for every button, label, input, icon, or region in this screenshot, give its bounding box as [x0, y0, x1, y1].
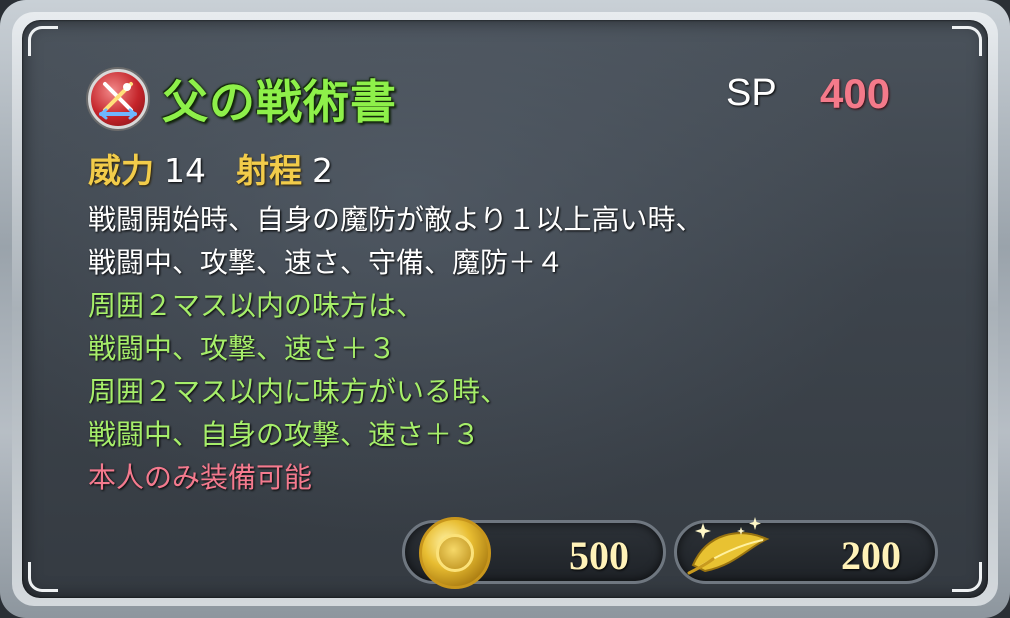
gold-coin-icon: [419, 517, 491, 589]
skill-header: 父の戦術書: [88, 62, 397, 136]
golden-leaf-icon: [687, 517, 770, 575]
description-line: 戦闘中、攻撃、速さ＋３: [88, 332, 397, 365]
might-label: 威力: [88, 151, 154, 190]
feather-cost: 200: [674, 517, 938, 584]
coin-cost: 500: [402, 517, 666, 589]
corner-ornament: [28, 26, 58, 56]
description-line: 戦闘開始時、自身の魔防が敵より１以上高い時、: [88, 203, 704, 236]
sp-label: SP: [726, 72, 777, 114]
description-line: 戦闘中、攻撃、速さ、守備、魔防＋４: [88, 246, 565, 279]
description-line: 周囲２マス以内の味方は、: [88, 289, 425, 322]
crossed-weapons-skill-icon: [88, 69, 148, 129]
might-value: 14: [164, 151, 206, 190]
description-line: 周囲２マス以内に味方がいる時、: [88, 375, 509, 408]
weapon-stats: 威力 14 射程 2: [88, 144, 353, 192]
corner-ornament: [952, 562, 982, 592]
range-value: 2: [312, 151, 333, 190]
feather-cost-value: 200: [841, 533, 901, 578]
description-line: 戦闘中、自身の攻撃、速さ＋３: [88, 418, 481, 451]
corner-ornament: [952, 26, 982, 56]
description-line: 本人のみ装備可能: [88, 461, 313, 494]
coin-cost-value: 500: [569, 533, 629, 578]
skill-description: 戦闘開始時、自身の魔防が敵より１以上高い時、 戦闘中、攻撃、速さ、守備、魔防＋４…: [88, 198, 703, 499]
skill-name: 父の戦術書: [162, 75, 397, 129]
range-label: 射程: [236, 151, 302, 190]
corner-ornament: [28, 562, 58, 592]
sp-value: 400: [820, 70, 891, 117]
